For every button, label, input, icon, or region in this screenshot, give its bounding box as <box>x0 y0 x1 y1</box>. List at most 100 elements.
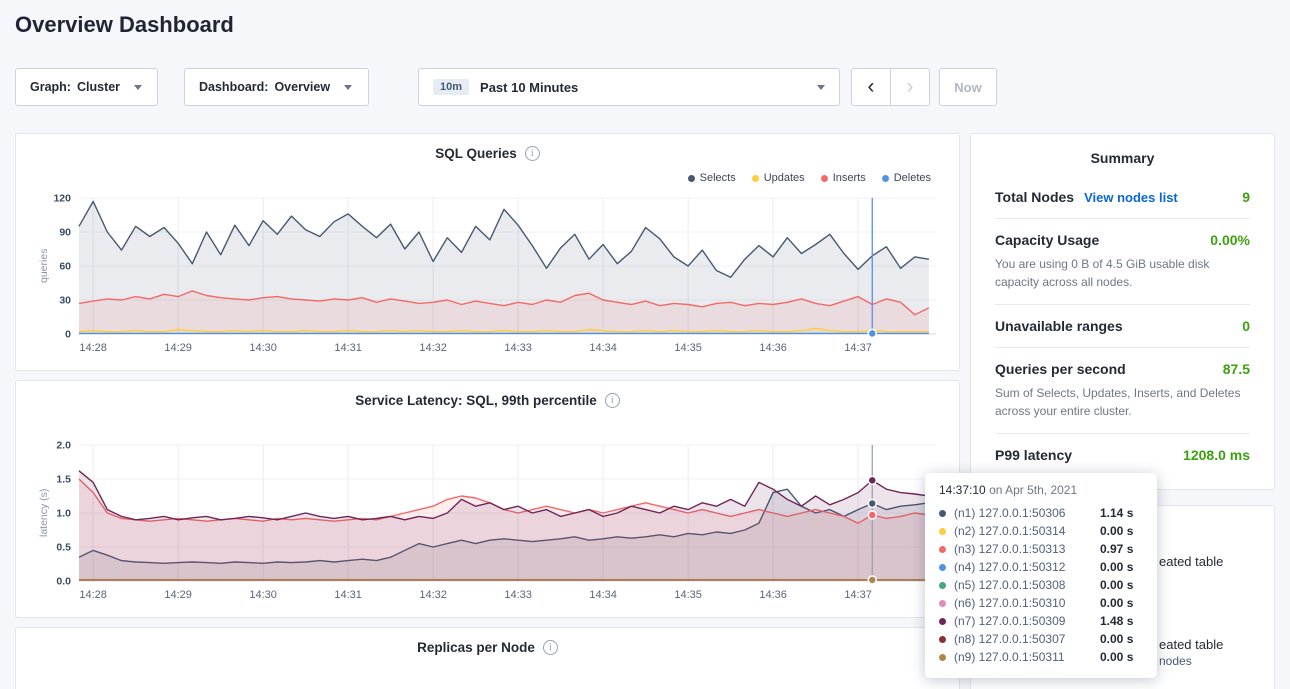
capacity-description: You are using 0 B of 4.5 GiB usable disk… <box>995 255 1250 291</box>
chart-tooltip: 14:37:10 on Apr 5th, 2021 (n1) 127.0.0.1… <box>925 473 1157 678</box>
p99-latency-label: P99 latency <box>995 447 1072 463</box>
summary-row-total-nodes: Total Nodes View nodes list 9 <box>995 176 1250 219</box>
tooltip-row: (n1) 127.0.0.1:50306 1.14 s <box>939 504 1143 522</box>
svg-text:0: 0 <box>65 329 71 341</box>
tooltip-node-value: 1.48 s <box>1100 614 1133 628</box>
svg-text:14:35: 14:35 <box>674 589 702 601</box>
tooltip-node-address: (n4) 127.0.0.1:50312 <box>954 560 1100 574</box>
svg-text:14:32: 14:32 <box>419 342 447 354</box>
view-nodes-list-link[interactable]: View nodes list <box>1084 190 1178 205</box>
capacity-label: Capacity Usage <box>995 232 1099 248</box>
tooltip-node-value: 1.14 s <box>1100 506 1133 520</box>
summary-row-qps: Queries per second 87.5 Sum of Selects, … <box>995 348 1250 434</box>
svg-text:14:29: 14:29 <box>164 589 192 601</box>
node-color-dot <box>939 654 946 661</box>
svg-text:14:35: 14:35 <box>674 342 702 354</box>
unavailable-ranges-label: Unavailable ranges <box>995 318 1123 334</box>
svg-text:14:28: 14:28 <box>79 342 107 354</box>
event-text-fragment[interactable]: eated table <box>1159 554 1223 569</box>
svg-text:1.0: 1.0 <box>56 508 71 520</box>
svg-text:14:36: 14:36 <box>759 589 787 601</box>
chevron-left-icon: ‹ <box>868 70 875 104</box>
node-color-dot <box>939 564 946 571</box>
graph-dropdown-value: Cluster <box>77 80 120 94</box>
summary-row-p99-latency: P99 latency 1208.0 ms <box>995 434 1250 476</box>
tooltip-node-address: (n7) 127.0.0.1:50309 <box>954 614 1100 628</box>
tooltip-node-value: 0.00 s <box>1100 650 1133 664</box>
node-color-dot <box>939 510 946 517</box>
time-range-selector[interactable]: 10m Past 10 Minutes <box>418 68 840 106</box>
summary-row-unavailable-ranges: Unavailable ranges 0 <box>995 305 1250 348</box>
svg-text:90: 90 <box>59 227 71 239</box>
svg-text:14:34: 14:34 <box>589 589 617 601</box>
event-text-fragment: nodes <box>1159 654 1192 668</box>
tooltip-node-address: (n9) 127.0.0.1:50311 <box>954 650 1100 664</box>
svg-text:14:33: 14:33 <box>504 589 532 601</box>
tooltip-row: (n7) 127.0.0.1:50309 1.48 s <box>939 612 1143 630</box>
svg-text:14:28: 14:28 <box>79 589 107 601</box>
legend-color-dot <box>882 175 889 182</box>
node-color-dot <box>939 636 946 643</box>
tooltip-timestamp: 14:37:10 on Apr 5th, 2021 <box>939 483 1143 497</box>
tooltip-rows: (n1) 127.0.0.1:50306 1.14 s (n2) 127.0.0… <box>939 504 1143 666</box>
tooltip-row: (n8) 127.0.0.1:50307 0.00 s <box>939 630 1143 648</box>
tooltip-node-address: (n1) 127.0.0.1:50306 <box>954 506 1100 520</box>
tooltip-date: on Apr 5th, 2021 <box>989 483 1077 497</box>
node-color-dot <box>939 600 946 607</box>
tooltip-row: (n9) 127.0.0.1:50311 0.00 s <box>939 648 1143 666</box>
info-icon[interactable]: i <box>543 640 558 655</box>
tooltip-node-value: 0.00 s <box>1100 632 1133 646</box>
chart-title-row: SQL Queries i <box>16 146 959 161</box>
legend-color-dot <box>688 175 695 182</box>
info-icon[interactable]: i <box>525 146 540 161</box>
dashboard-dropdown-label: Dashboard: <box>199 80 268 94</box>
node-color-dot <box>939 528 946 535</box>
tooltip-row: (n5) 127.0.0.1:50308 0.00 s <box>939 576 1143 594</box>
graph-dropdown[interactable]: Graph: Cluster <box>15 68 158 106</box>
chevron-down-icon <box>134 85 142 90</box>
svg-text:60: 60 <box>59 261 71 273</box>
summary-panel: Summary Total Nodes View nodes list 9 Ca… <box>970 133 1275 490</box>
qps-description: Sum of Selects, Updates, Inserts, and De… <box>995 384 1250 420</box>
now-button[interactable]: Now <box>939 68 997 106</box>
svg-text:14:37: 14:37 <box>844 342 872 354</box>
summary-title: Summary <box>995 150 1250 166</box>
info-icon[interactable]: i <box>605 393 620 408</box>
tooltip-row: (n2) 127.0.0.1:50314 0.00 s <box>939 522 1143 540</box>
svg-text:14:36: 14:36 <box>759 342 787 354</box>
svg-text:14:30: 14:30 <box>249 342 277 354</box>
dashboard-dropdown[interactable]: Dashboard: Overview <box>184 68 369 106</box>
node-color-dot <box>939 546 946 553</box>
time-range-badge: 10m <box>433 79 469 95</box>
dashboard-dropdown-value: Overview <box>274 80 330 94</box>
svg-text:30: 30 <box>59 295 71 307</box>
node-color-dot <box>939 582 946 589</box>
tooltip-node-value: 0.00 s <box>1100 578 1133 592</box>
replicas-per-node-panel: Replicas per Node i <box>15 627 960 689</box>
time-next-button[interactable]: › <box>890 68 930 106</box>
p99-latency-value: 1208.0 ms <box>1183 447 1250 463</box>
chart-title: Service Latency: SQL, 99th percentile <box>355 393 597 408</box>
chevron-right-icon: › <box>907 70 914 104</box>
svg-text:2.0: 2.0 <box>56 440 71 452</box>
tooltip-node-value: 0.00 s <box>1100 596 1133 610</box>
tooltip-row: (n4) 127.0.0.1:50312 0.00 s <box>939 558 1143 576</box>
page-title: Overview Dashboard <box>15 12 234 38</box>
tooltip-row: (n6) 127.0.0.1:50310 0.00 s <box>939 594 1143 612</box>
time-prev-button[interactable]: ‹ <box>851 68 891 106</box>
now-button-label: Now <box>954 80 981 95</box>
tooltip-node-address: (n6) 127.0.0.1:50310 <box>954 596 1100 610</box>
sql-queries-chart[interactable]: 14:2814:2914:3014:3114:3214:3314:3414:35… <box>16 182 961 354</box>
svg-text:14:32: 14:32 <box>419 589 447 601</box>
total-nodes-label: Total Nodes <box>995 189 1074 205</box>
event-text-fragment[interactable]: eated table <box>1159 637 1223 652</box>
chart-title-row: Replicas per Node i <box>16 640 959 655</box>
svg-text:1.5: 1.5 <box>56 474 71 486</box>
service-latency-chart[interactable]: 14:2814:2914:3014:3114:3214:3314:3414:35… <box>16 429 961 601</box>
capacity-value: 0.00% <box>1210 232 1250 248</box>
legend-color-dot <box>821 175 828 182</box>
summary-row-capacity: Capacity Usage 0.00% You are using 0 B o… <box>995 219 1250 305</box>
tooltip-node-address: (n2) 127.0.0.1:50314 <box>954 524 1100 538</box>
chevron-down-icon <box>344 85 352 90</box>
qps-value: 87.5 <box>1223 361 1250 377</box>
